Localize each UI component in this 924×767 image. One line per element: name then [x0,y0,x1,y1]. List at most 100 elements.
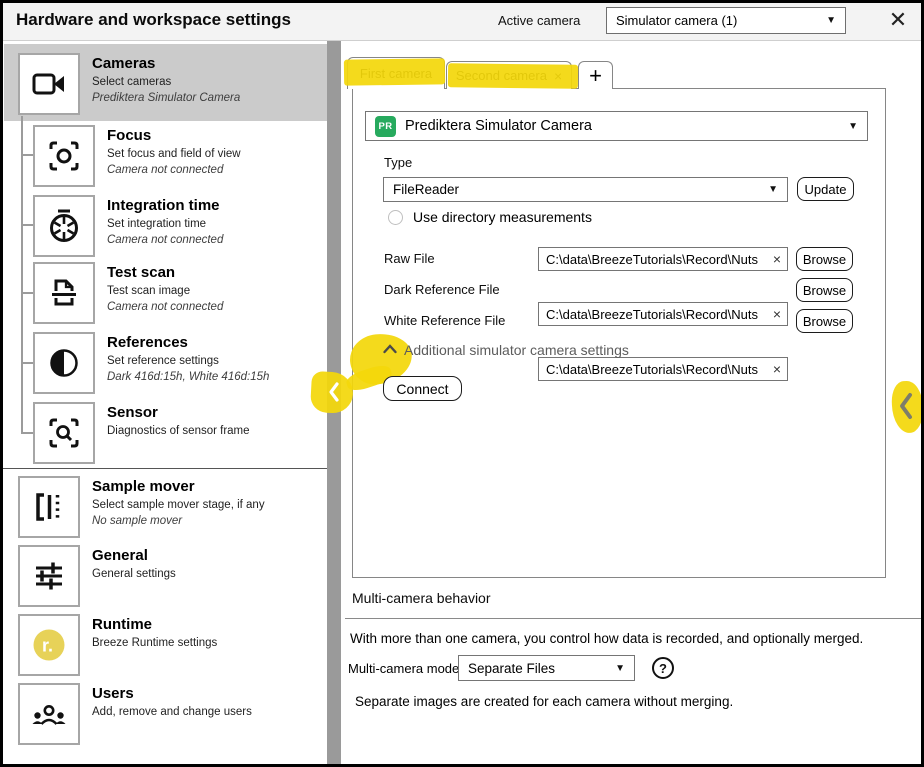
sidebar-item-status: Camera not connected [107,163,241,177]
sidebar-item-title: Users [92,684,252,703]
use-directory-measurements-radio[interactable] [388,210,403,225]
scan-document-icon [33,262,95,324]
sidebar-item-cameras[interactable]: Cameras Select cameras Prediktera Simula… [18,53,240,115]
runtime-logo-icon: r. [18,614,80,676]
white-reference-file-label: White Reference File [384,313,505,328]
multi-camera-mode-select[interactable]: Separate Files ▼ [458,655,635,681]
chevron-up-icon[interactable] [382,343,398,355]
focus-frame-icon [33,125,95,187]
multi-camera-mode-note: Separate images are created for each cam… [355,694,733,709]
raw-file-browse-button[interactable]: Browse [796,247,853,271]
clear-icon[interactable]: × [773,361,781,377]
sidebar-item-sensor[interactable]: Sensor Diagnostics of sensor frame [33,402,250,464]
active-camera-label: Active camera [498,13,580,28]
clear-icon[interactable]: × [773,251,781,267]
camera-settings-panel [352,88,886,578]
users-group-icon [18,683,80,745]
sidebar-item-title: Sensor [107,403,250,422]
sidebar-group-divider [3,468,327,469]
sidebar-item-references[interactable]: References Set reference settings Dark 4… [33,332,269,394]
sidebar-item-status: Prediktera Simulator Camera [92,91,240,105]
sidebar-item-title: References [107,333,269,352]
sidebar-item-title: Integration time [107,196,223,215]
active-camera-select[interactable]: Simulator camera (1) ▼ [606,7,846,34]
sidebar-item-subtitle: General settings [92,567,176,581]
sidebar-item-title: Runtime [92,615,217,634]
type-select[interactable]: FileReader ▼ [383,177,788,202]
prediktera-logo-icon: PR [375,116,396,137]
white-reference-file-input[interactable]: C:\data\BreezeTutorials\Record\Nuts × [538,357,788,381]
raw-file-input[interactable]: C:\data\BreezeTutorials\Record\Nuts × [538,247,788,271]
sidebar-item-general[interactable]: General General settings [18,545,176,607]
sidebar-item-integration-time[interactable]: Integration time Set integration time Ca… [33,195,223,257]
sample-mover-stage-icon [18,476,80,538]
sidebar-item-subtitle: Test scan image [107,284,223,298]
browse-button-label: Browse [803,314,846,329]
clear-icon[interactable]: × [773,306,781,322]
sidebar-item-users[interactable]: Users Add, remove and change users [18,683,252,745]
additional-settings-label[interactable]: Additional simulator camera settings [404,342,629,358]
raw-file-label: Raw File [384,251,435,266]
sidebar-item-test-scan[interactable]: Test scan Test scan image Camera not con… [33,262,223,324]
shutter-timer-icon [33,195,95,257]
multi-camera-mode-value: Separate Files [468,661,555,676]
sidebar-item-title: General [92,546,176,565]
browse-button-label: Browse [803,283,846,298]
dark-reference-browse-button[interactable]: Browse [796,278,853,302]
section-divider [345,618,921,619]
sidebar-item-status: Camera not connected [107,300,223,314]
tree-line [21,362,33,364]
tree-line [21,116,23,434]
help-icon[interactable]: ? [652,657,674,679]
type-label: Type [384,155,412,170]
expand-panel-chevron-left-icon[interactable] [897,392,915,420]
active-camera-value: Simulator camera (1) [616,13,737,28]
type-select-value: FileReader [393,182,459,197]
multi-camera-description: With more than one camera, you control h… [350,631,863,646]
sidebar-item-title: Sample mover [92,477,265,496]
update-button[interactable]: Update [797,177,854,201]
sidebar-item-subtitle: Diagnostics of sensor frame [107,424,250,438]
update-button-label: Update [805,182,847,197]
chevron-down-icon: ▼ [848,121,858,132]
title-bar: Hardware and workspace settings Active c… [0,0,924,41]
chevron-down-icon: ▼ [615,663,625,674]
plus-icon: + [589,63,602,89]
raw-file-value: C:\data\BreezeTutorials\Record\Nuts [546,252,758,267]
tab-add-camera[interactable]: + [578,61,613,89]
close-icon[interactable]: ✕ [884,5,912,35]
sidebar-item-focus[interactable]: Focus Set focus and field of view Camera… [33,125,241,187]
sidebar-item-subtitle: Set integration time [107,217,223,231]
sidebar-item-subtitle: Select sample mover stage, if any [92,498,265,512]
help-glyph: ? [659,661,667,676]
sidebar-item-subtitle: Add, remove and change users [92,705,252,719]
sidebar-item-runtime[interactable]: r. Runtime Breeze Runtime settings [18,614,217,676]
svg-text:r.: r. [42,636,53,656]
sliders-icon [18,545,80,607]
sidebar-item-subtitle: Set focus and field of view [107,147,241,161]
sidebar-item-subtitle: Breeze Runtime settings [92,636,217,650]
sidebar-item-subtitle: Set reference settings [107,354,269,368]
use-directory-measurements-label: Use directory measurements [413,209,592,225]
collapse-sidebar-chevron-left-icon[interactable] [326,381,342,403]
video-camera-icon [18,53,80,115]
white-reference-browse-button[interactable]: Browse [796,309,853,333]
sidebar-item-title: Test scan [107,263,223,282]
sidebar-item-sample-mover[interactable]: Sample mover Select sample mover stage, … [18,476,265,538]
sidebar-item-title: Cameras [92,54,240,73]
connect-button-label: Connect [396,381,448,397]
tree-line [21,432,33,434]
camera-select[interactable]: PR Prediktera Simulator Camera ▼ [365,111,868,141]
chevron-down-icon: ▼ [826,15,836,26]
sidebar-item-subtitle: Select cameras [92,75,240,89]
connect-button[interactable]: Connect [383,376,462,401]
sensor-search-icon [33,402,95,464]
dark-reference-file-input[interactable]: C:\data\BreezeTutorials\Record\Nuts × [538,302,788,326]
contrast-icon [33,332,95,394]
white-reference-file-value: C:\data\BreezeTutorials\Record\Nuts [546,362,758,377]
browse-button-label: Browse [803,252,846,267]
sidebar-item-status: Camera not connected [107,233,223,247]
sidebar-item-status: Dark 416d:15h, White 416d:15h [107,370,269,384]
page-title: Hardware and workspace settings [16,10,291,30]
sidebar-item-status: No sample mover [92,514,265,528]
